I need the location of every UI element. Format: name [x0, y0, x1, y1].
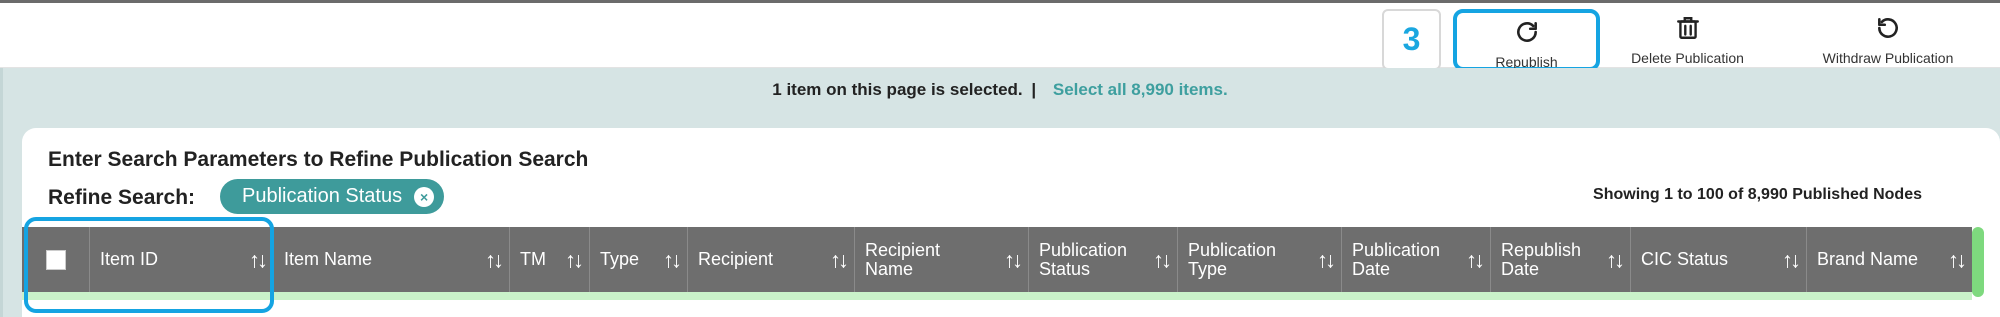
select-all-link[interactable]: Select all 8,990 items. [1053, 80, 1228, 99]
table-header: Item ID ↑↓ Item Name ↑↓ TM ↑↓ Type ↑↓ Re… [22, 227, 1972, 292]
table-row[interactable] [22, 292, 1972, 300]
undo-icon [1875, 15, 1901, 44]
sort-icon[interactable]: ↑↓ [1004, 249, 1023, 271]
column-label: Type [600, 249, 640, 269]
column-header-publication-type[interactable]: Publication Type ↑↓ [1178, 227, 1342, 292]
column-label: Brand Name [1817, 249, 1919, 269]
column-header-republish-date[interactable]: Republish Date ↑↓ [1491, 227, 1631, 292]
withdraw-publication-label: Withdraw Publication [1822, 50, 1954, 66]
column-header-publication-date[interactable]: Publication Date ↑↓ [1342, 227, 1491, 292]
column-header-brand-name[interactable]: Brand Name ↑↓ [1807, 227, 1972, 292]
sort-icon[interactable]: ↑↓ [830, 249, 849, 271]
sort-icon[interactable]: ↑↓ [485, 249, 504, 271]
sort-icon[interactable]: ↑↓ [1317, 249, 1336, 271]
filter-chip-publication-status[interactable]: Publication Status × [220, 179, 445, 214]
column-label: Publication Status [1039, 239, 1128, 279]
column-header-item-name[interactable]: Item Name ↑↓ [274, 227, 510, 292]
republish-button[interactable]: Republish [1453, 9, 1600, 71]
horizontal-scrollbar-thumb[interactable] [1972, 227, 1984, 297]
selection-message: 1 item on this page is selected. | Selec… [0, 80, 2000, 100]
step-number-badge: 3 [1382, 9, 1441, 70]
sort-icon[interactable]: ↑↓ [663, 249, 682, 271]
sort-icon[interactable]: ↑↓ [1466, 249, 1485, 271]
column-header-item-id[interactable]: Item ID ↑↓ [90, 227, 274, 292]
column-label: TM [520, 249, 546, 269]
column-header-recipient[interactable]: Recipient ↑↓ [688, 227, 855, 292]
column-label: Item ID [100, 249, 159, 269]
delete-publication-label: Delete Publication [1631, 50, 1744, 66]
select-all-checkbox[interactable] [45, 249, 66, 270]
column-header-type[interactable]: Type ↑↓ [590, 227, 688, 292]
column-header-tm[interactable]: TM ↑↓ [510, 227, 590, 292]
sort-icon[interactable]: ↑↓ [1782, 249, 1801, 271]
sort-icon[interactable]: ↑↓ [1153, 249, 1172, 271]
filter-chip-label: Publication Status [242, 185, 403, 207]
sort-icon[interactable]: ↑↓ [1606, 249, 1625, 271]
search-title: Enter Search Parameters to Refine Public… [48, 148, 589, 171]
column-header-publication-status[interactable]: Publication Status ↑↓ [1029, 227, 1178, 292]
delete-publication-button[interactable]: Delete Publication [1620, 9, 1755, 71]
column-header-cic-status[interactable]: CIC Status ↑↓ [1631, 227, 1807, 292]
column-header-recipient-name[interactable]: Recipient Name ↑↓ [855, 227, 1029, 292]
close-icon[interactable]: × [414, 186, 435, 207]
column-label: Recipient [698, 249, 774, 269]
column-label: Publication Type [1188, 239, 1277, 279]
column-label: Recipient Name [865, 239, 941, 279]
action-toolbar: 3 Republish Delete Publication Withdraw … [0, 0, 2000, 71]
column-label: CIC Status [1641, 249, 1729, 269]
sort-icon[interactable]: ↑↓ [1948, 249, 1967, 271]
column-label: Item Name [284, 249, 373, 269]
refresh-icon [1514, 19, 1540, 48]
selection-count-text: 1 item on this page is selected. [772, 80, 1023, 99]
selection-separator: | [1031, 80, 1037, 99]
sort-icon[interactable]: ↑↓ [565, 249, 584, 271]
withdraw-publication-button[interactable]: Withdraw Publication [1808, 9, 1968, 71]
column-label: Publication Date [1352, 239, 1441, 279]
refine-search-label: Refine Search: [48, 186, 196, 209]
results-count: Showing 1 to 100 of 8,990 Published Node… [1593, 186, 1922, 203]
sort-icon[interactable]: ↑↓ [249, 249, 268, 271]
select-all-checkbox-cell[interactable] [22, 227, 90, 292]
trash-icon [1675, 15, 1701, 44]
column-label: Republish Date [1501, 239, 1582, 279]
